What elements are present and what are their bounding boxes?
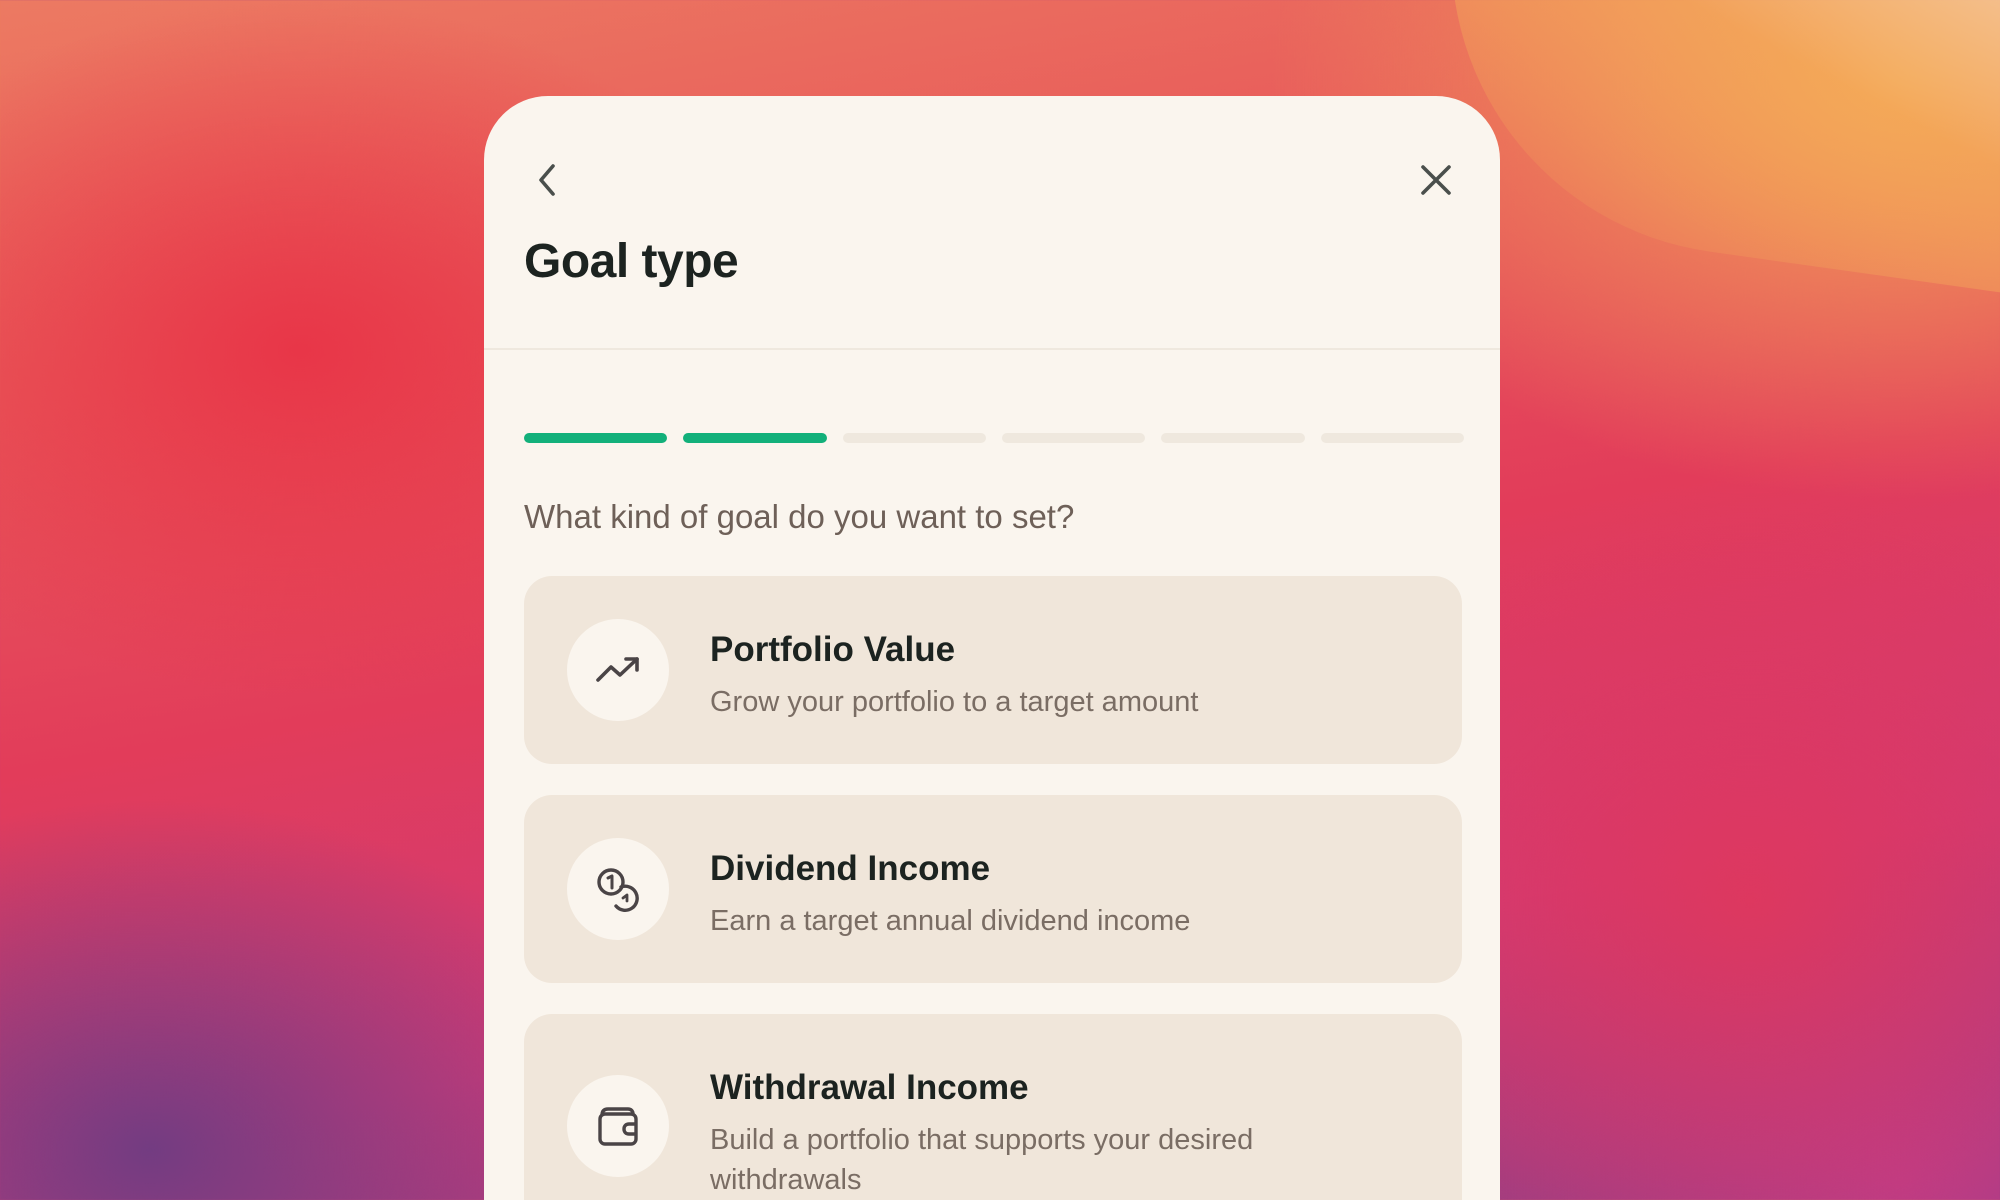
- back-button[interactable]: [524, 156, 572, 204]
- wallet-icon: [598, 1107, 638, 1146]
- option-description: Earn a target annual dividend income: [710, 905, 1191, 937]
- progress-segment-3: [842, 433, 986, 443]
- step-progress: [524, 433, 1464, 443]
- option-icon-circle: [567, 838, 669, 940]
- close-icon: [1421, 165, 1451, 195]
- progress-segment-4: [1001, 433, 1146, 443]
- option-portfolio-value[interactable]: Portfolio Value Grow your portfolio to a…: [524, 576, 1462, 764]
- option-withdrawal-income[interactable]: Withdrawal Income Build a portfolio that…: [524, 1014, 1462, 1200]
- page-title: Goal type: [524, 235, 739, 288]
- close-button[interactable]: [1412, 156, 1460, 204]
- option-description: Grow your portfolio to a target amount: [710, 686, 1199, 718]
- header-divider: [484, 348, 1500, 350]
- trending-up-icon: [596, 657, 639, 682]
- option-dividend-income[interactable]: Dividend Income Earn a target annual div…: [524, 795, 1462, 983]
- option-title: Dividend Income: [710, 849, 991, 888]
- question-text: What kind of goal do you want to set?: [524, 498, 1075, 535]
- progress-segment-2: [683, 433, 827, 443]
- goal-type-sheet: Goal type What kind of goal do you want …: [484, 96, 1500, 1200]
- progress-segment-5: [1161, 433, 1305, 443]
- chevron-left-icon: [539, 164, 555, 196]
- progress-segment-6: [1320, 433, 1464, 443]
- option-title: Portfolio Value: [710, 630, 956, 669]
- option-title: Withdrawal Income: [710, 1068, 1029, 1107]
- wallpaper-highlight: [1412, 0, 2000, 308]
- progress-segment-1: [524, 433, 668, 443]
- coins-icon: [597, 868, 639, 912]
- option-icon-circle: [567, 619, 669, 721]
- option-icon-circle: [567, 1075, 669, 1177]
- option-description: Build a portfolio that supports your des…: [710, 1124, 1254, 1196]
